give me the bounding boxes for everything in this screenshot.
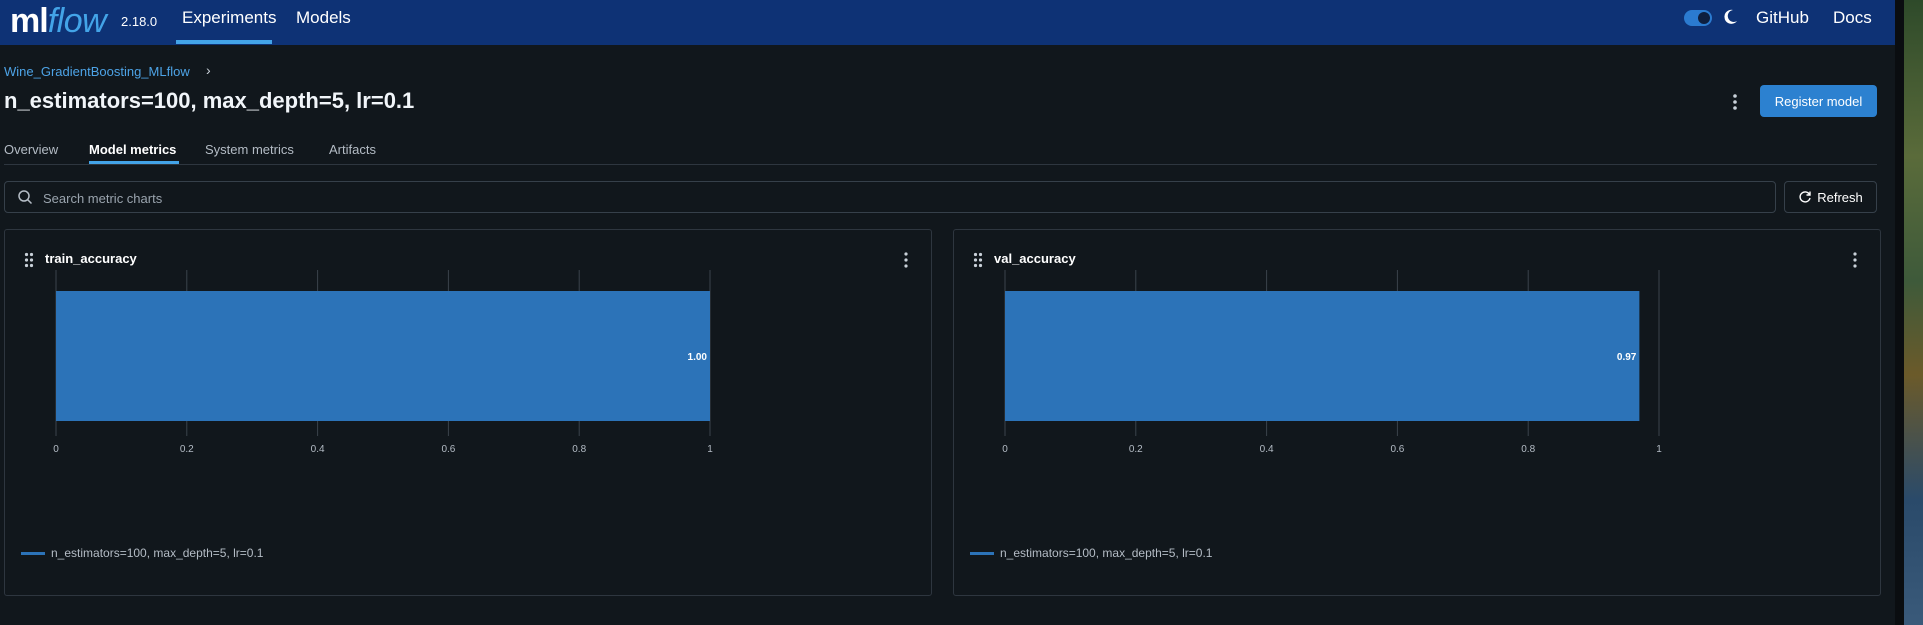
x-tick-label: 0.4: [1260, 444, 1274, 455]
dark-mode-toggle[interactable]: [1684, 10, 1712, 26]
search-icon: [18, 190, 33, 205]
legend-swatch: [970, 551, 994, 555]
chart-card-train-accuracy: train_accuracy 0 0.2 0.4 0.6 0.8 1 1.00 n_esti…: [4, 229, 932, 596]
nav-experiments[interactable]: Experiments: [182, 8, 276, 28]
github-link[interactable]: GitHub: [1756, 8, 1809, 28]
legend-label: n_estimators=100, max_depth=5, lr=0.1: [51, 546, 264, 560]
window-edge: [1895, 0, 1904, 625]
refresh-button[interactable]: Refresh: [1784, 181, 1877, 213]
x-tick-label: 0: [53, 444, 59, 455]
bar-chart: 0 0.2 0.4 0.6 0.8 1 0.97: [1002, 270, 1662, 455]
metric-search-box[interactable]: [4, 181, 1776, 214]
tabs-divider: [4, 164, 1877, 165]
nav-models[interactable]: Models: [296, 8, 351, 28]
version-label: 2.18.0: [121, 14, 158, 29]
tab-system-metrics[interactable]: System metrics: [205, 142, 294, 157]
x-tick-label: 0.2: [1129, 444, 1143, 455]
legend-label: n_estimators=100, max_depth=5, lr=0.1: [1000, 546, 1213, 560]
bar: [56, 291, 710, 421]
chart-card-val-accuracy: val_accuracy 0 0.2 0.4 0.6 0.8 1 0.97 n_estima…: [953, 229, 1881, 596]
refresh-icon: [1799, 191, 1811, 203]
x-tick-label: 0.6: [1390, 444, 1404, 455]
x-tick-label: 1: [1656, 444, 1662, 455]
mlflow-logo[interactable]: ml flow: [10, 0, 107, 40]
logo-ml-text: ml: [10, 2, 49, 40]
legend-swatch: [21, 551, 45, 555]
page-title: n_estimators=100, max_depth=5, lr=0.1: [4, 88, 415, 113]
bar-value-label: 1.00: [688, 352, 708, 363]
tab-model-metrics[interactable]: Model metrics: [89, 142, 176, 157]
chart-legend: n_estimators=100, max_depth=5, lr=0.1: [970, 546, 1212, 560]
x-tick-label: 0.8: [572, 444, 586, 455]
x-tick-label: 0.2: [180, 444, 194, 455]
more-actions-kebab-icon[interactable]: [1727, 91, 1743, 113]
search-metric-charts-input[interactable]: [41, 182, 1745, 214]
x-tick-label: 0: [1002, 444, 1008, 455]
tab-overview[interactable]: Overview: [4, 142, 58, 157]
breadcrumb-experiment-link[interactable]: Wine_GradientBoosting_MLflow: [4, 64, 190, 79]
nav-active-indicator: [176, 40, 272, 44]
bar-value-label: 0.97: [1617, 352, 1637, 363]
logo-flow-text: flow: [47, 2, 107, 40]
bar-chart: 0 0.2 0.4 0.6 0.8 1 1.00: [53, 270, 713, 455]
top-nav-bar: ml flow 2.18.0 Experiments Models GitHub …: [0, 0, 1895, 45]
tab-artifacts[interactable]: Artifacts: [329, 142, 376, 157]
refresh-label: Refresh: [1817, 189, 1863, 205]
breadcrumb-chevron-icon: ›: [206, 62, 211, 78]
x-tick-label: 1: [707, 444, 713, 455]
bar: [1005, 291, 1640, 421]
docs-link[interactable]: Docs: [1833, 8, 1872, 28]
toggle-knob: [1698, 12, 1710, 24]
x-tick-label: 0.4: [311, 444, 325, 455]
x-tick-label: 0.8: [1521, 444, 1535, 455]
moon-icon: [1724, 9, 1737, 24]
chart-legend: n_estimators=100, max_depth=5, lr=0.1: [21, 546, 263, 560]
x-tick-label: 0.6: [441, 444, 455, 455]
register-model-button[interactable]: Register model: [1760, 85, 1877, 117]
